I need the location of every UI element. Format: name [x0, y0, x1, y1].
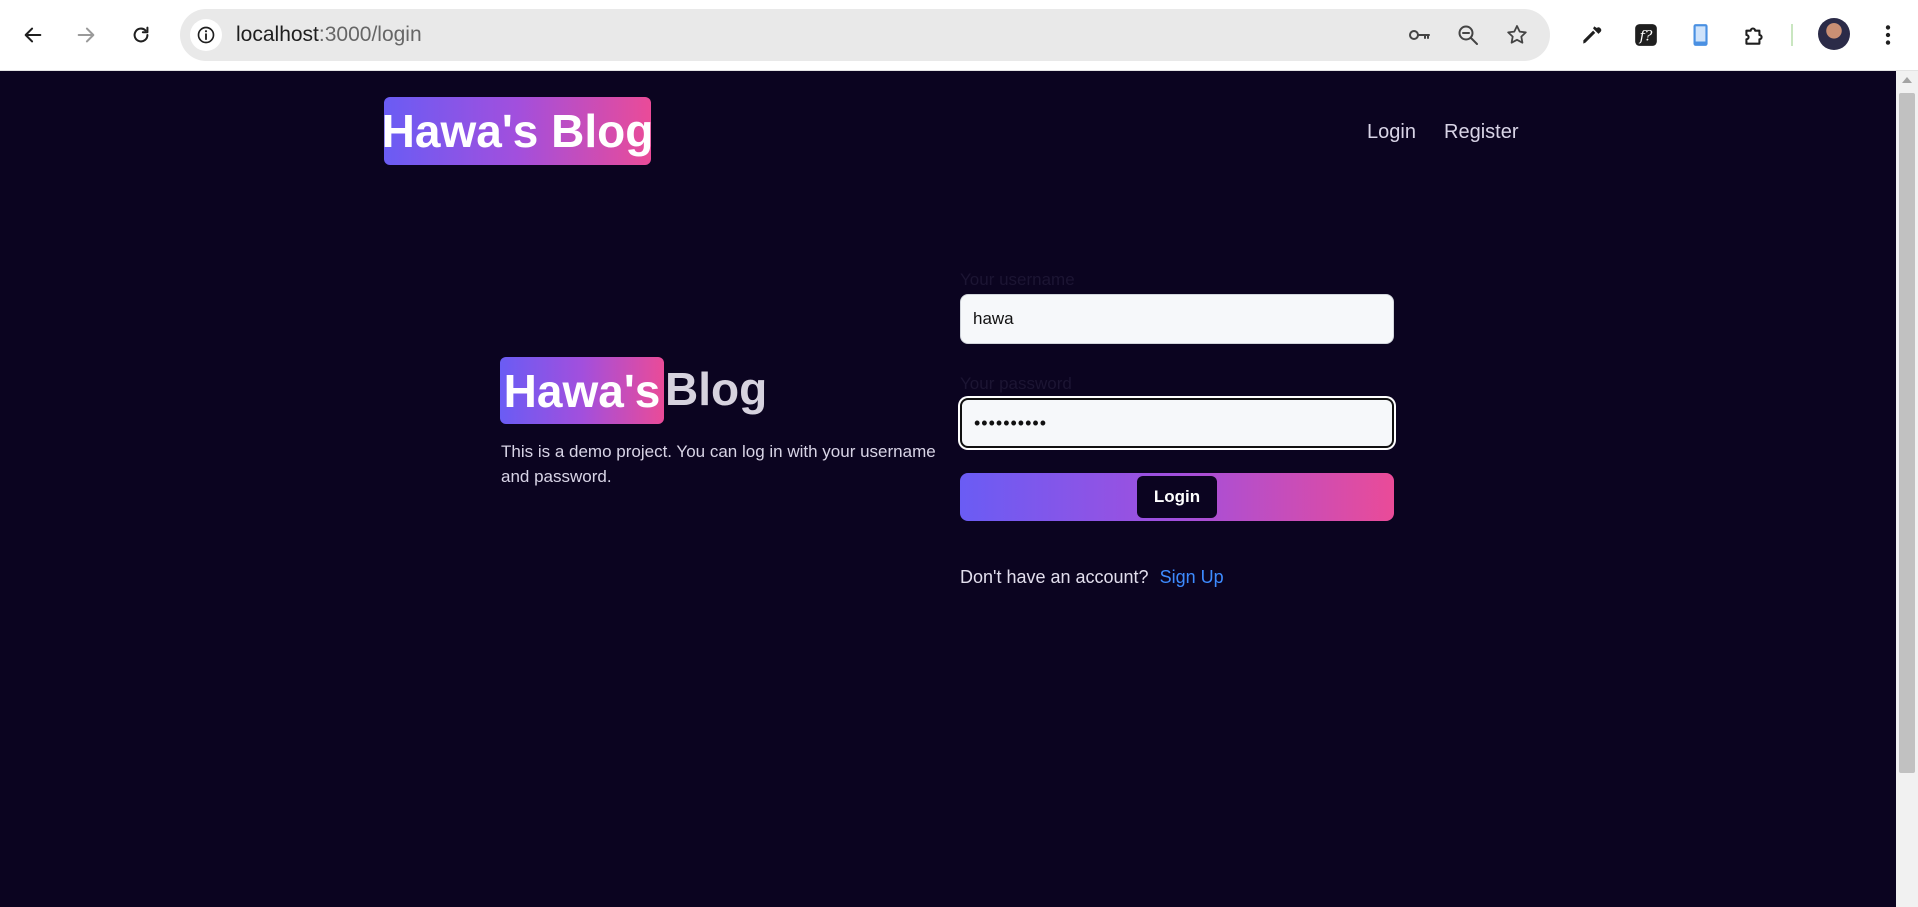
forward-button[interactable]	[68, 17, 104, 53]
font-icon: f?	[1635, 24, 1657, 46]
site-info-button[interactable]	[190, 19, 222, 51]
password-key-button[interactable]	[1405, 21, 1433, 49]
device-extension[interactable]	[1682, 17, 1718, 53]
device-icon	[1693, 24, 1708, 46]
reload-button[interactable]	[123, 17, 159, 53]
nav-login-link[interactable]: Login	[1367, 121, 1416, 144]
hero-title-badge: Hawa's	[500, 357, 664, 424]
login-button[interactable]: Login	[1137, 476, 1217, 518]
zoom-out-icon	[1458, 25, 1478, 45]
key-icon	[1409, 30, 1430, 40]
arrow-right-icon	[77, 27, 95, 43]
extensions-button[interactable]	[1736, 17, 1772, 53]
chrome-menu-button[interactable]	[1870, 17, 1906, 53]
address-bar[interactable]: localhost:3000/login	[180, 9, 1550, 61]
info-icon	[197, 26, 215, 44]
scrollbar-thumb[interactable]	[1899, 93, 1915, 773]
toolbar-divider	[1791, 24, 1793, 46]
browser-toolbar: localhost:3000/login f?	[0, 0, 1918, 71]
nav-register-link[interactable]: Register	[1444, 121, 1518, 144]
signup-link[interactable]: Sign Up	[1160, 567, 1224, 587]
eyedropper-extension[interactable]	[1574, 17, 1610, 53]
arrow-left-icon	[24, 27, 42, 43]
more-vert-icon	[1885, 25, 1891, 45]
password-value: ••••••••••	[974, 412, 1048, 433]
back-button[interactable]	[15, 17, 51, 53]
site-logo[interactable]: Hawa's Blog	[382, 97, 653, 165]
hero-title-rest: Blog	[665, 363, 768, 415]
signup-prompt-text: Don't have an account?	[960, 567, 1149, 587]
page-scrollbar[interactable]	[1896, 71, 1918, 907]
font-extension[interactable]: f?	[1628, 17, 1664, 53]
star-icon	[1507, 25, 1527, 44]
username-value: hawa	[973, 309, 1014, 328]
login-button-wrapper[interactable]: Login	[960, 473, 1394, 521]
username-input[interactable]: hawa	[960, 294, 1394, 344]
zoom-button[interactable]	[1454, 21, 1482, 49]
scroll-up-arrow-icon[interactable]	[1902, 77, 1912, 83]
url-host: localhost	[236, 23, 319, 46]
eyedropper-icon	[1583, 26, 1602, 44]
bookmark-button[interactable]	[1503, 21, 1531, 49]
reload-icon	[133, 26, 149, 43]
profile-avatar[interactable]	[1818, 18, 1850, 50]
page-body: Hawa's Blog Login Register Hawa's Blog T…	[0, 71, 1896, 907]
url-path: :3000/login	[318, 23, 422, 46]
puzzle-icon	[1745, 27, 1763, 45]
password-label: Your password	[960, 374, 1072, 393]
signup-prompt-line: Don't have an account? Sign Up	[960, 567, 1224, 588]
url-text[interactable]: localhost:3000/login	[236, 23, 422, 47]
svg-text:f?: f?	[1639, 28, 1653, 44]
password-input[interactable]: ••••••••••	[960, 398, 1394, 448]
hero-description: This is a demo project. You can log in w…	[501, 442, 936, 486]
username-label: Your username	[960, 270, 1075, 289]
